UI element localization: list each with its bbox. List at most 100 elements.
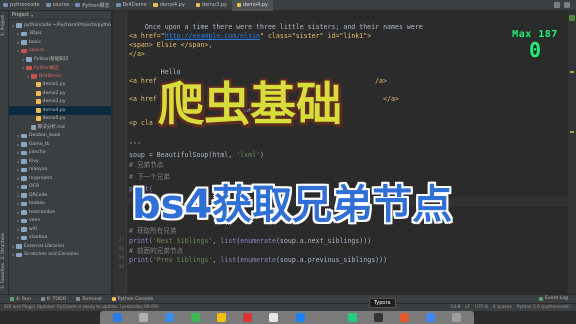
tree-file[interactable]: demo1.py [9, 81, 111, 90]
breadcrumb-item[interactable]: demo4.py [152, 2, 185, 8]
safari-app-icon[interactable] [164, 313, 174, 322]
chevron-down-icon: ▾ [31, 12, 34, 18]
favorites-tool-tab[interactable]: 3: Favorites [1, 263, 6, 289]
caret-position[interactable]: 24:8 [451, 305, 461, 310]
url-link[interactable]: http://example.com/elsie [165, 32, 260, 40]
appstore-app-icon[interactable] [295, 313, 305, 322]
messages-app-icon[interactable] [190, 313, 200, 322]
terminal-tool-button[interactable]: Terminal [76, 296, 102, 302]
status-message[interactable]: IDE and Plugin Updates: PyCharm is ready… [4, 305, 158, 310]
breadcrumb-item[interactable]: Python概念 › [75, 2, 114, 9]
typora-app-icon[interactable] [400, 313, 410, 322]
folder-icon [21, 150, 27, 155]
tree-folder[interactable]: ▸ taobao [9, 200, 111, 209]
photos-app-icon[interactable] [269, 313, 279, 322]
run-config-icon[interactable] [554, 2, 560, 8]
folder-icon [21, 227, 27, 232]
tree-file[interactable]: 算法分析.md [9, 123, 111, 132]
tree-folder[interactable]: ▸ OCR [9, 183, 111, 192]
tree-folder[interactable]: ▸ Python基础知识 [9, 55, 111, 64]
tree-folder[interactable]: ▸ wifi [9, 225, 111, 234]
tree-item-label: course [29, 48, 45, 54]
tab-demo4[interactable]: demo4.py [231, 0, 273, 11]
overlay-subtitle: bs4获取兄弟节点 [132, 182, 453, 228]
notes-app-icon[interactable] [217, 313, 227, 322]
pycharm-app-icon[interactable] [347, 313, 357, 322]
code-content[interactable]: Once upon a time there were three little… [129, 11, 559, 294]
finder-app-icon[interactable] [112, 313, 122, 322]
folder-icon [21, 210, 27, 215]
tree-item-label: OCR [29, 184, 40, 190]
tree-item-label: 3Dpic [29, 31, 43, 37]
tree-item-label: QRCode [29, 192, 48, 198]
project-tool-tab[interactable]: 1: Project [1, 15, 6, 36]
tree-folder[interactable]: ▸ Douban_book [9, 132, 111, 141]
tree-folder[interactable]: ▸ xiaohua [9, 234, 111, 243]
python-file-icon [195, 3, 200, 7]
folder-icon [3, 3, 8, 7]
folder-icon [115, 3, 121, 7]
file-encoding[interactable]: UTF-8 [475, 305, 488, 310]
code-line: # 前面的兄弟节点 [129, 247, 183, 256]
line-number: 28 [118, 247, 124, 252]
tree-folder[interactable]: ▸ venv [9, 217, 111, 226]
tree-folder[interactable]: ▸ Game_tk [9, 140, 111, 149]
indent-setting[interactable]: 4 spaces [493, 305, 512, 310]
tree-file[interactable]: demo5.py [9, 115, 111, 124]
tree-item-label: Scratches and Consoles [24, 252, 79, 258]
run-tool-button[interactable]: 4: Run [10, 297, 31, 302]
tree-folder[interactable]: ▸ textcombie [9, 208, 111, 217]
tab-demo3[interactable]: demo3.py [191, 0, 232, 11]
todo-tool-button[interactable]: 6: TODO [40, 297, 66, 302]
tree-file[interactable]: demo2.py [9, 89, 111, 98]
warning-marker[interactable] [570, 131, 574, 133]
python-console-button[interactable]: Python Console [111, 297, 153, 302]
tree-folder[interactable]: ▸ Kivy [9, 157, 111, 166]
structure-tool-tab[interactable]: 2: Structure [1, 233, 6, 260]
project-panel-header[interactable]: Project ▾ [9, 11, 111, 20]
python-interpreter[interactable]: Python 3.6 (pythoncode) [517, 305, 570, 310]
warning-marker[interactable] [570, 71, 574, 73]
tree-item-label: pythoncode ~/PycharmProjects/pytho [24, 22, 111, 28]
tree-item-label: taobao [29, 201, 45, 207]
tool-label: Terminal [82, 296, 102, 302]
tool-label: 4: Run [16, 296, 31, 302]
breadcrumb-item[interactable]: course › [45, 2, 73, 8]
tree-file[interactable]: demo3.py [9, 98, 111, 107]
event-log-button[interactable]: Event Log [539, 296, 568, 301]
breadcrumb-item[interactable]: Bs4Demo › [115, 2, 151, 8]
tree-folder[interactable]: ▸ jiancho [9, 149, 111, 158]
tree-folder[interactable]: ▸ 3Dpic [9, 30, 111, 39]
tree-folder[interactable]: ▸ QRCode [9, 191, 111, 200]
folder-icon [21, 184, 27, 189]
launchpad-app-icon[interactable] [138, 313, 148, 322]
docstring-quote: """ [129, 141, 141, 149]
settings-app-icon[interactable] [321, 313, 331, 322]
tree-item-label: basic [29, 39, 41, 45]
breadcrumb-item[interactable]: pythoncode › [3, 2, 44, 8]
code-token: (soup.a.previous_siblings))) [275, 256, 388, 264]
breadcrumb-label: course [52, 2, 70, 8]
builtin-token: enumerate [240, 256, 276, 264]
chevron-right-icon: › [148, 2, 151, 8]
tree-folder[interactable]: ▸ maoyan [9, 166, 111, 175]
tree-file[interactable]: demo4.py [9, 106, 111, 115]
tree-folder[interactable]: ▸ Bs4Demo [9, 72, 111, 81]
folder-icon [75, 3, 81, 7]
tree-folder[interactable]: ▸ Python概念 [9, 64, 111, 73]
line-separator[interactable]: LF [465, 305, 470, 310]
search-icon[interactable] [564, 2, 570, 8]
toolbar-icons [554, 2, 570, 8]
tree-folder[interactable]: ▸ Scratches and Consoles [9, 251, 111, 260]
tree-folder[interactable]: ▸ External Libraries [9, 242, 111, 251]
event-log-icon [539, 296, 544, 301]
tree-folder[interactable]: ▸ pythoncode ~/PycharmProjects/pytho [9, 21, 111, 30]
tree-folder[interactable]: ▸ myproject [9, 174, 111, 183]
terminal-app-icon[interactable] [373, 313, 383, 322]
calendar-app-icon[interactable] [243, 313, 253, 322]
tree-folder[interactable]: ▸ basic [9, 38, 111, 47]
chrome-app-icon[interactable] [426, 313, 436, 322]
trash-icon[interactable] [452, 313, 462, 322]
tree-item-label: Douban_book [29, 133, 61, 139]
tree-folder[interactable]: ▸ course [9, 47, 111, 56]
